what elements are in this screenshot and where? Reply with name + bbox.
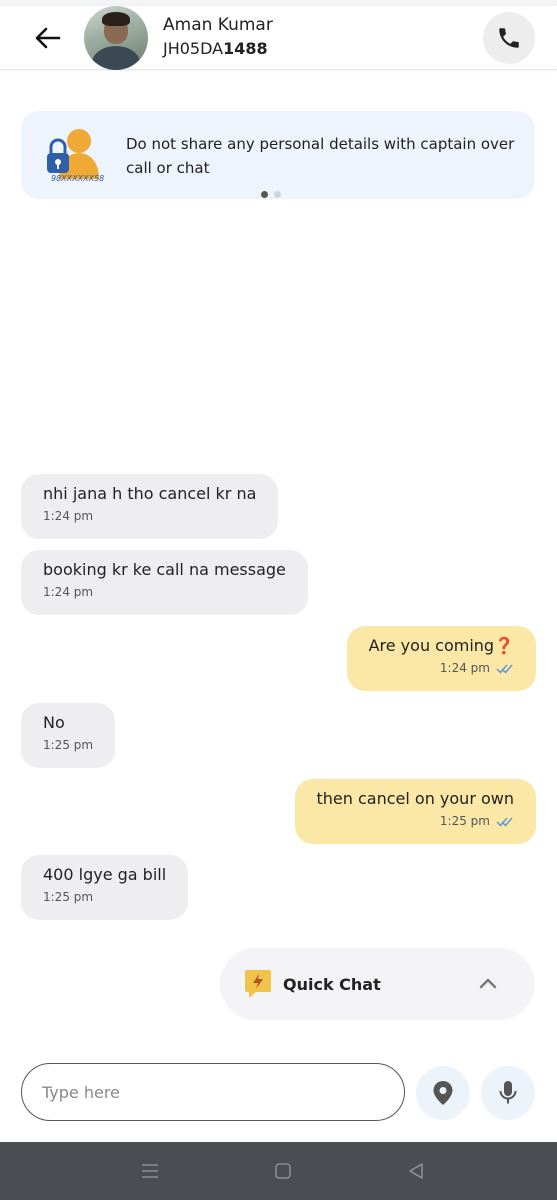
message-incoming[interactable]: 400 lgye ga bill 1:25 pm (21, 855, 189, 920)
lightning-chat-icon (245, 970, 271, 998)
share-location-button[interactable] (416, 1066, 470, 1120)
triangle-back-icon (409, 1163, 423, 1179)
message-incoming[interactable]: No 1:25 pm (21, 703, 116, 768)
message-text: nhi jana h tho cancel kr na (43, 484, 257, 503)
privacy-banner: 98XXXXXX58 Do not share any personal det… (21, 111, 535, 199)
message-text: Are you coming❓ (368, 636, 514, 655)
message-outgoing[interactable]: Are you coming❓ 1:24 pm (346, 626, 536, 691)
chat-header: Aman Kumar JH05DA1488 (0, 6, 557, 70)
home-nav-button[interactable] (271, 1160, 295, 1182)
square-home-icon (275, 1163, 291, 1179)
microphone-icon (499, 1081, 517, 1104)
back-button[interactable] (28, 20, 68, 56)
message-time: 1:25 pm (43, 738, 94, 752)
message-incoming[interactable]: booking kr ke call na message 1:24 pm (21, 550, 308, 615)
banner-text: Do not share any personal details with c… (126, 135, 515, 177)
message-input[interactable] (42, 1064, 386, 1120)
arrow-left-icon (35, 27, 61, 49)
message-time: 1:24 pm (439, 661, 490, 675)
message-text: 400 lgye ga bill (43, 865, 167, 884)
message-time: 1:24 pm (43, 509, 94, 523)
chevron-up-icon (479, 978, 497, 989)
masked-number: 98XXXXXX58 (51, 174, 105, 183)
double-check-icon (496, 664, 513, 674)
pagination-dot[interactable] (274, 191, 281, 198)
pagination-dot-active[interactable] (261, 191, 268, 198)
message-input-wrapper (21, 1063, 405, 1121)
plate-prefix: JH05DA (163, 39, 224, 58)
plate-number: 1488 (223, 39, 268, 58)
double-check-icon (496, 817, 513, 827)
system-navigation-bar (0, 1142, 557, 1200)
location-pin-icon (433, 1081, 453, 1105)
menu-nav-button[interactable] (138, 1160, 162, 1182)
message-time: 1:25 pm (43, 890, 94, 904)
phone-icon (499, 28, 519, 48)
menu-icon (142, 1164, 158, 1178)
back-nav-button[interactable] (404, 1160, 428, 1182)
driver-avatar[interactable] (84, 6, 148, 70)
message-incoming[interactable]: nhi jana h tho cancel kr na 1:24 pm (21, 474, 279, 539)
vehicle-plate: JH05DA1488 (163, 39, 268, 58)
message-time: 1:24 pm (43, 585, 94, 599)
quick-chat-toggle[interactable]: Quick Chat (220, 948, 535, 1020)
call-button[interactable] (483, 12, 535, 64)
message-text: booking kr ke call na message (43, 560, 286, 579)
message-time: 1:25 pm (439, 814, 490, 828)
banner-pagination (261, 191, 281, 198)
message-text: No (43, 713, 65, 732)
message-outgoing[interactable]: then cancel on your own 1:25 pm (294, 779, 536, 844)
quick-chat-label: Quick Chat (283, 975, 381, 994)
driver-name: Aman Kumar (163, 15, 273, 35)
message-text: then cancel on your own (316, 789, 515, 808)
voice-message-button[interactable] (481, 1066, 535, 1120)
